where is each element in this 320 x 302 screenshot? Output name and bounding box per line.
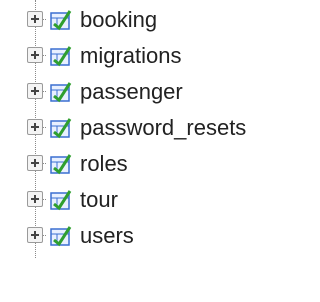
tree-item-users[interactable]: users — [0, 218, 303, 254]
tree-item-booking[interactable]: booking — [0, 2, 303, 38]
table-icon[interactable] — [50, 153, 72, 175]
table-icon[interactable] — [50, 9, 72, 31]
table-icon[interactable] — [50, 117, 72, 139]
table-name-label[interactable]: tour — [80, 187, 118, 213]
table-icon[interactable] — [50, 225, 72, 247]
expand-plus-icon[interactable] — [27, 47, 43, 63]
table-name-label[interactable]: users — [80, 223, 134, 249]
tree-item-tour[interactable]: tour — [0, 182, 303, 218]
database-table-tree: booking migrations passenger password_re… — [0, 0, 303, 302]
table-icon[interactable] — [50, 189, 72, 211]
table-name-label[interactable]: passenger — [80, 79, 183, 105]
expand-plus-icon[interactable] — [27, 119, 43, 135]
table-name-label[interactable]: migrations — [80, 43, 181, 69]
table-icon[interactable] — [50, 81, 72, 103]
expand-plus-icon[interactable] — [27, 227, 43, 243]
tree-item-passenger[interactable]: passenger — [0, 74, 303, 110]
expand-plus-icon[interactable] — [27, 155, 43, 171]
table-name-label[interactable]: password_resets — [80, 115, 246, 141]
tree-item-password-resets[interactable]: password_resets — [0, 110, 303, 146]
tree-item-roles[interactable]: roles — [0, 146, 303, 182]
table-icon[interactable] — [50, 45, 72, 67]
table-name-label[interactable]: roles — [80, 151, 128, 177]
tree-item-migrations[interactable]: migrations — [0, 38, 303, 74]
expand-plus-icon[interactable] — [27, 11, 43, 27]
table-name-label[interactable]: booking — [80, 7, 157, 33]
expand-plus-icon[interactable] — [27, 83, 43, 99]
expand-plus-icon[interactable] — [27, 191, 43, 207]
